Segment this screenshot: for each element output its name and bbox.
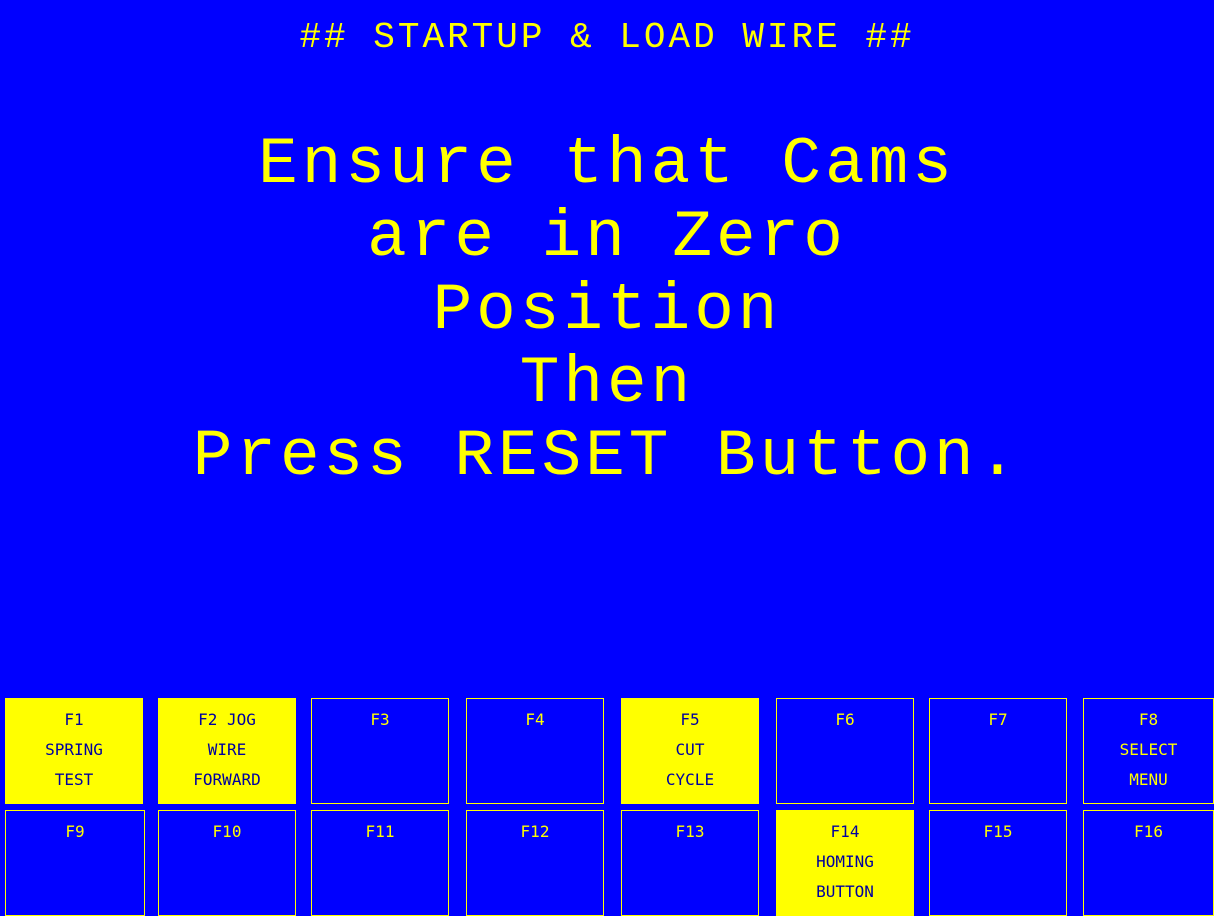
hmi-screen: ## STARTUP & LOAD WIRE ## Ensure that Ca… <box>0 0 1214 916</box>
f3-button[interactable]: F3 <box>311 698 449 804</box>
message-line: Position <box>432 273 782 348</box>
function-key-panel: F1 SPRING TEST F2 JOG WIRE FORWARD F3 F4… <box>0 698 1214 916</box>
screen-title: ## STARTUP & LOAD WIRE ## <box>299 17 915 58</box>
f13-button[interactable]: F13 <box>621 810 759 916</box>
message-line: Then <box>519 346 695 421</box>
message-line: Press RESET Button. <box>192 419 1022 494</box>
f15-button[interactable]: F15 <box>929 810 1067 916</box>
instruction-message: Ensure that Cams are in Zero Position Th… <box>0 128 1214 493</box>
f7-button[interactable]: F7 <box>929 698 1067 804</box>
message-line: are in Zero <box>367 200 847 275</box>
f11-button[interactable]: F11 <box>311 810 449 916</box>
f5-cut-cycle-button[interactable]: F5 CUT CYCLE <box>621 698 759 804</box>
f14-homing-button[interactable]: F14 HOMING BUTTON <box>776 810 914 916</box>
f1-spring-test-button[interactable]: F1 SPRING TEST <box>5 698 143 804</box>
f10-button[interactable]: F10 <box>158 810 296 916</box>
f4-button[interactable]: F4 <box>466 698 604 804</box>
message-line: Ensure that Cams <box>258 127 956 202</box>
f6-button[interactable]: F6 <box>776 698 914 804</box>
f16-button[interactable]: F16 <box>1083 810 1214 916</box>
f8-select-menu-button[interactable]: F8 SELECT MENU <box>1083 698 1214 804</box>
f9-button[interactable]: F9 <box>5 810 145 916</box>
f12-button[interactable]: F12 <box>466 810 604 916</box>
f2-jog-wire-forward-button[interactable]: F2 JOG WIRE FORWARD <box>158 698 296 804</box>
